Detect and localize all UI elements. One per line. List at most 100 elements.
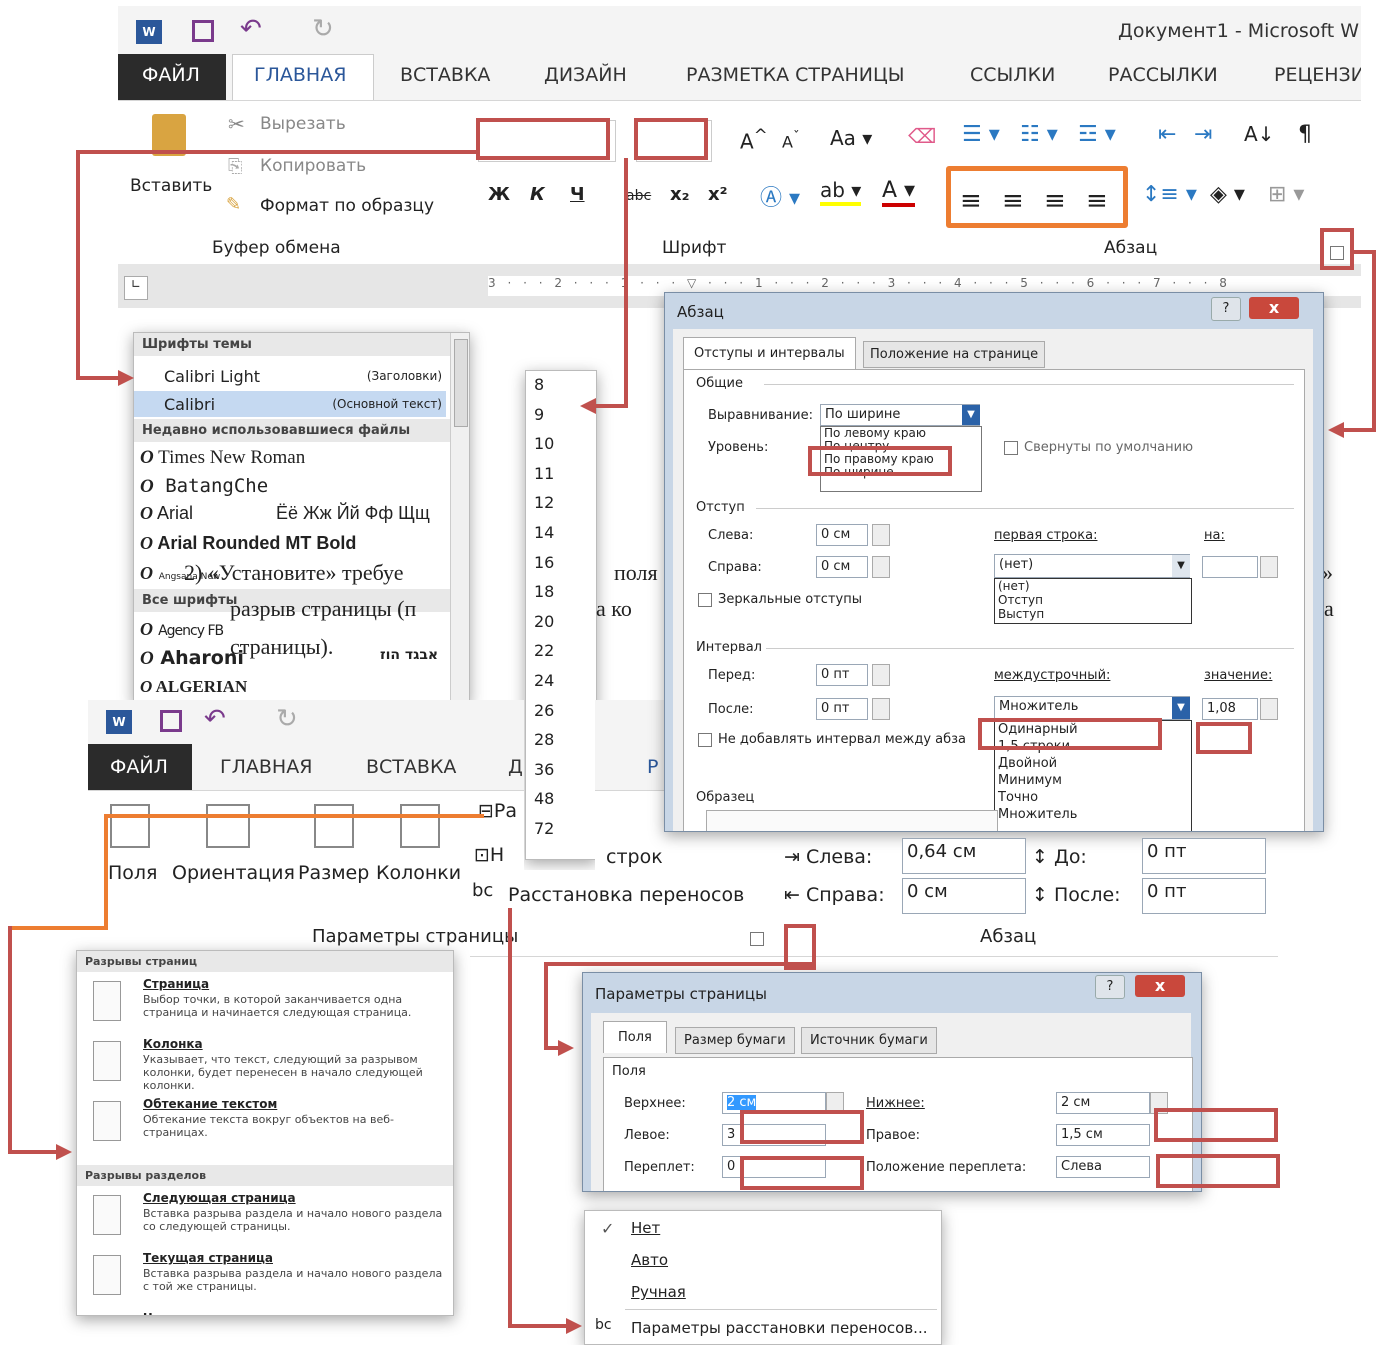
left-indent-spinner[interactable]: [872, 524, 890, 546]
font-list-scrollbar[interactable]: [450, 333, 469, 703]
first-line-option[interactable]: (нет): [995, 579, 1191, 593]
font-item-arial-rounded[interactable]: O Arial Rounded MT Bold: [140, 533, 356, 554]
page-setup-launcher-icon[interactable]: [750, 932, 764, 946]
clear-format-icon[interactable]: ⌫: [908, 124, 936, 148]
format-painter-button[interactable]: Формат по образцу: [260, 196, 434, 216]
margins-button[interactable]: Поля: [108, 862, 158, 884]
font-size-option[interactable]: 11: [534, 464, 554, 483]
line-spacing-option[interactable]: Множитель: [995, 806, 1191, 823]
undo-icon[interactable]: ↶: [204, 704, 226, 734]
help-button[interactable]: ?: [1095, 975, 1125, 999]
break-option[interactable]: Четная страницаВставка разрыва раздела и…: [77, 1309, 453, 1315]
font-size-option[interactable]: 12: [534, 493, 554, 512]
break-option[interactable]: Текущая страница Вставка разрыва раздела …: [77, 1249, 453, 1307]
break-option[interactable]: Колонка Указывает, что текст, следующий з…: [77, 1035, 453, 1093]
tab-insert[interactable]: ВСТАВКА: [400, 64, 490, 86]
page-setup-dialog[interactable]: Параметры страницы ? x Поля Размер бумаг…: [582, 972, 1202, 1192]
tab-mailings[interactable]: РАССЫЛКИ: [1108, 64, 1218, 86]
font-size-option[interactable]: 28: [534, 730, 554, 749]
format-painter-icon[interactable]: ✎: [226, 194, 241, 215]
increase-indent-icon[interactable]: ⇥: [1194, 122, 1212, 147]
font-size-dropdown[interactable]: 8 9 10 11 12 14 16 18 20 22 24 26 28 36 48 72: [525, 370, 597, 860]
font-size-option[interactable]: 24: [534, 671, 554, 690]
align-select[interactable]: По ширине: [820, 404, 980, 426]
shading-icon[interactable]: ◈ ▾: [1210, 182, 1245, 207]
line-spacing-select[interactable]: Множитель: [994, 696, 1190, 720]
font-size-option[interactable]: 16: [534, 553, 554, 572]
word-icon[interactable]: W: [136, 20, 162, 44]
indent-left-input[interactable]: 0,64 см: [902, 838, 1026, 874]
hyphen-none[interactable]: Нет: [631, 1219, 660, 1237]
tab-references[interactable]: ССЫЛКИ: [970, 64, 1055, 86]
line-spacing-option[interactable]: Минимум: [995, 772, 1191, 789]
line-spacing-option[interactable]: Точно: [995, 789, 1191, 806]
value-spinner[interactable]: [1260, 698, 1278, 720]
borders-icon[interactable]: ⊞ ▾: [1268, 182, 1304, 207]
line-spacing-option[interactable]: Двойной: [995, 755, 1191, 772]
numbering-icon[interactable]: ☷ ▾: [1020, 122, 1058, 147]
tab-position[interactable]: Положение на странице: [863, 341, 1046, 368]
font-size-option[interactable]: 8: [534, 375, 544, 394]
font-size-option[interactable]: 36: [534, 760, 554, 779]
tab-layout[interactable]: Р: [647, 756, 658, 778]
space-before-input[interactable]: 0 пт: [1142, 838, 1266, 874]
subscript-button[interactable]: x₂: [670, 184, 690, 205]
align-dropdown-arrow[interactable]: ▼: [962, 405, 980, 425]
first-line-select[interactable]: (нет): [994, 554, 1190, 578]
tab-indents[interactable]: Отступы и интервалы: [683, 337, 856, 369]
line-spacing-arrow[interactable]: ▼: [1172, 697, 1190, 719]
sort-icon[interactable]: A↓: [1244, 122, 1274, 146]
help-button[interactable]: ?: [1211, 297, 1241, 321]
size-button[interactable]: Размер: [298, 862, 369, 884]
scroll-thumb[interactable]: [454, 339, 468, 427]
grow-font-icon[interactable]: A^: [740, 126, 768, 154]
font-size-option[interactable]: 22: [534, 641, 554, 660]
break-option[interactable]: Следующая страница Вставка разрыва раздел…: [77, 1189, 453, 1247]
value-input[interactable]: 1,08: [1202, 698, 1258, 720]
strikethrough-button[interactable]: abc: [626, 188, 651, 204]
font-item-algerian[interactable]: O ALGERIAN: [140, 677, 247, 697]
font-item-calibri[interactable]: Calibri (Основной текст): [134, 391, 446, 417]
save-icon[interactable]: [160, 710, 182, 732]
close-button[interactable]: x: [1249, 297, 1299, 319]
first-line-option[interactable]: Отступ: [995, 593, 1191, 607]
decrease-indent-icon[interactable]: ⇤: [1158, 122, 1176, 147]
right-indent-spinner[interactable]: [872, 556, 890, 578]
first-line-arrow[interactable]: ▼: [1172, 555, 1190, 577]
orientation-icon[interactable]: [206, 804, 250, 848]
font-size-option[interactable]: 20: [534, 612, 554, 631]
first-line-options[interactable]: (нет) Отступ Выступ: [994, 578, 1192, 624]
tab-paper-source[interactable]: Источник бумаги: [801, 1027, 937, 1054]
mirror-checkbox[interactable]: Зеркальные отступы: [698, 592, 862, 607]
redo-icon[interactable]: ↻: [312, 14, 334, 44]
line-spacing-icon[interactable]: ↕≡ ▾: [1142, 182, 1197, 207]
columns-button[interactable]: Колонки: [376, 862, 461, 884]
space-after-input[interactable]: 0 пт: [1142, 878, 1266, 914]
bullets-icon[interactable]: ☰ ▾: [962, 122, 1000, 147]
hyphen-manual[interactable]: Ручная: [631, 1283, 686, 1301]
cut-icon[interactable]: ✂: [228, 112, 245, 136]
break-option[interactable]: Страница Выбор точки, в которой заканчива…: [77, 975, 453, 1033]
hyphenation-icon[interactable]: bc: [472, 880, 493, 901]
hyphenation-menu[interactable]: ✓ Нет Авто Ручная bc Параметры расстанов…: [584, 1210, 942, 1345]
tab-margins[interactable]: Поля: [603, 1021, 667, 1053]
before-input[interactable]: 0 пт: [816, 664, 868, 686]
tab-review[interactable]: РЕЦЕНЗИ: [1274, 64, 1361, 86]
font-size-option[interactable]: 18: [534, 582, 554, 601]
tab-layout[interactable]: РАЗМЕТКА СТРАНИЦЫ: [686, 64, 905, 86]
gutter-pos-select[interactable]: Слева: [1056, 1156, 1150, 1178]
indent-right-input[interactable]: 0 см: [902, 878, 1026, 914]
tab-design[interactable]: ДИЗАЙН: [544, 64, 627, 86]
tab-insert[interactable]: ВСТАВКА: [366, 756, 456, 778]
hyphen-auto[interactable]: Авто: [631, 1251, 668, 1269]
italic-button[interactable]: К: [530, 184, 545, 205]
copy-button[interactable]: Копировать: [260, 156, 366, 176]
tab-selector-icon[interactable]: ∟: [124, 276, 148, 300]
first-line-option[interactable]: Выступ: [995, 607, 1191, 621]
underline-button[interactable]: Ч: [570, 184, 585, 205]
tab-paper-size[interactable]: Размер бумаги: [675, 1027, 795, 1054]
hyphen-options[interactable]: Параметры расстановки переносов...: [631, 1319, 927, 1337]
bold-button[interactable]: Ж: [488, 184, 510, 205]
multilevel-icon[interactable]: ☲ ▾: [1078, 122, 1116, 147]
font-size-option[interactable]: 48: [534, 789, 554, 808]
